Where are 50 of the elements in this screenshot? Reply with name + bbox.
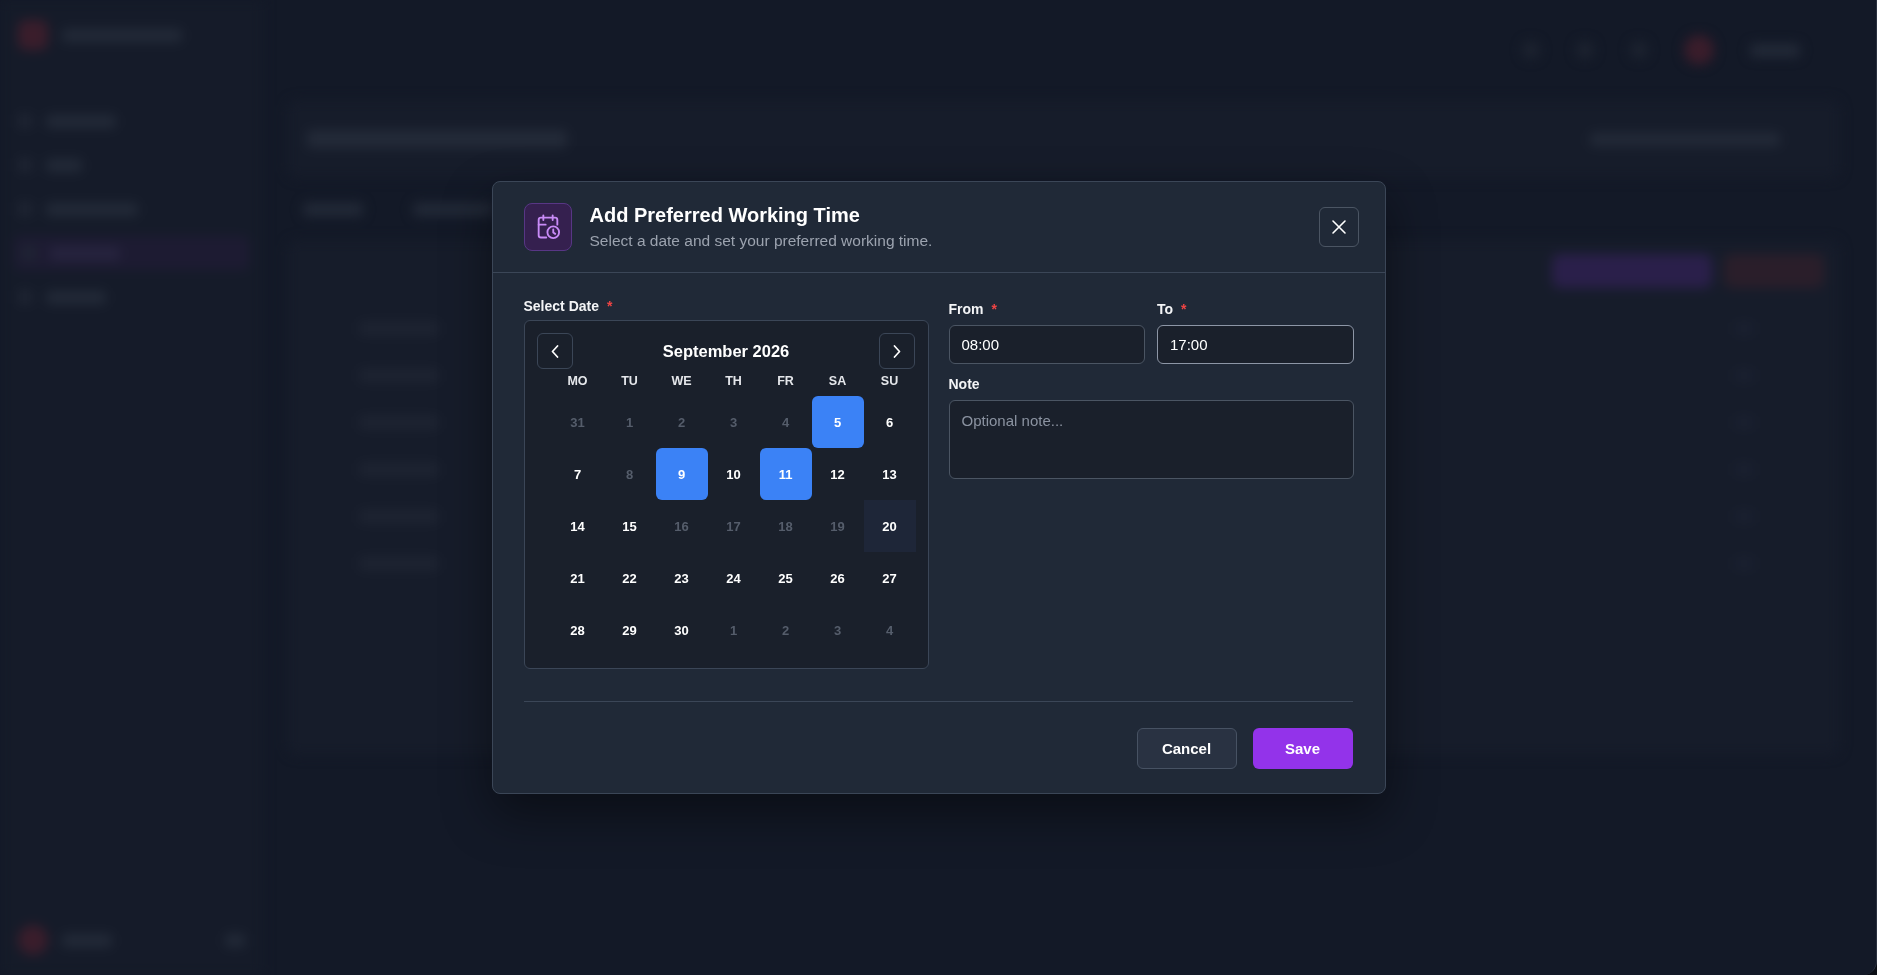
weekday-label: SU: [879, 373, 900, 390]
calendar-clock-icon: [523, 203, 572, 251]
save-button[interactable]: Save: [1252, 728, 1353, 769]
calendar-day[interactable]: 25: [759, 552, 812, 604]
calendar-day[interactable]: 20: [863, 500, 916, 552]
calendar-day[interactable]: 22: [603, 552, 656, 604]
weekday-label: WE: [670, 373, 693, 390]
note-input[interactable]: Optional note...: [948, 400, 1354, 479]
required-mark: *: [1181, 301, 1187, 317]
dialog-subtitle: Select a date and set your preferred working time.: [589, 232, 934, 250]
calendar-day[interactable]: 30: [655, 604, 708, 656]
time-input[interactable]: 17:00: [1157, 325, 1354, 364]
calendar-day[interactable]: 23: [655, 552, 708, 604]
cancel-button[interactable]: Cancel: [1136, 728, 1237, 769]
field-label: To: [1157, 301, 1174, 317]
calendar-day[interactable]: 5: [811, 396, 864, 448]
weekday-label: TH: [724, 373, 743, 390]
calendar-day[interactable]: 24: [707, 552, 760, 604]
calendar-day[interactable]: 29: [603, 604, 656, 656]
chevron-right-icon: [893, 344, 902, 358]
calendar-day[interactable]: 27: [863, 552, 916, 604]
calendar-day[interactable]: 6: [863, 396, 916, 448]
field-label: Select Date: [523, 298, 599, 314]
weekday-label: TU: [620, 373, 639, 390]
calendar-day[interactable]: 26: [811, 552, 864, 604]
weekday-label: FR: [776, 373, 795, 390]
calendar-day[interactable]: 14: [551, 500, 604, 552]
calendar-day[interactable]: 21: [551, 552, 604, 604]
calendar-day[interactable]: 7: [551, 448, 604, 500]
calendar-day[interactable]: 28: [551, 604, 604, 656]
required-mark: *: [991, 301, 997, 317]
weekday-label: SA: [827, 373, 848, 390]
calendar-day[interactable]: 10: [707, 448, 760, 500]
calendar-day[interactable]: 13: [863, 448, 916, 500]
close-button[interactable]: [1318, 207, 1359, 247]
calendar-day[interactable]: 9: [655, 448, 708, 500]
dialog-title: Add Preferred Working Time: [589, 204, 861, 227]
field-label: From: [948, 301, 984, 317]
calendar-day[interactable]: 11: [759, 448, 812, 500]
next-month-button[interactable]: [879, 333, 916, 369]
time-input[interactable]: 08:00: [948, 325, 1145, 364]
field-label: Note: [948, 376, 980, 392]
previous-month-button[interactable]: [536, 333, 573, 369]
calendar-day[interactable]: 12: [811, 448, 864, 500]
calendar-month-title: September 2026: [662, 341, 790, 361]
required-mark: *: [607, 298, 613, 314]
close-icon: [1330, 219, 1347, 235]
chevron-left-icon: [550, 344, 559, 358]
weekday-label: MO: [566, 373, 589, 390]
calendar-day[interactable]: 15: [603, 500, 656, 552]
